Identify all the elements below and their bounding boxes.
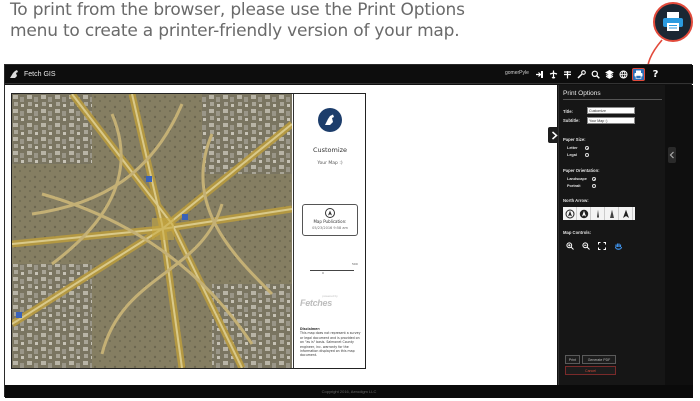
instruction-caption: To print from the browser, please use th… [10,0,570,42]
title-input[interactable] [587,107,635,114]
zoom-out-icon[interactable] [581,241,591,251]
layers-icon[interactable] [603,68,616,81]
app-name: Fetch GIS [24,71,56,78]
search-icon[interactable] [589,68,602,81]
map-controls-label: Map Controls: [563,230,592,235]
print-icon[interactable] [632,68,645,81]
disclaimer-text: This map does not represent a survey or … [300,331,361,358]
wrench-icon[interactable] [575,68,588,81]
dog-logo-icon [9,65,20,84]
help-icon[interactable]: ? [649,68,662,81]
panel-divider [563,99,662,100]
print-preview-sheet: Customize Your Map :) Map Publication: 0… [11,93,366,369]
publication-date: 05/23/2016 9:58 am [312,226,348,230]
north-arrow-spike-option[interactable] [605,207,619,220]
pan-hand-icon[interactable] [613,241,623,251]
print-subtitle: Your Map :) [317,161,343,166]
publication-box: Map Publication: 05/23/2016 9:58 am [302,204,358,236]
globe-icon[interactable] [617,68,630,81]
orientation-portrait-radio[interactable] [592,184,596,188]
right-sidebar-strip [665,85,693,385]
print-preview-area: Customize Your Map :) Map Publication: 0… [5,85,557,385]
cancel-button[interactable]: Cancel [565,366,616,375]
subtitle-label: Subtitle: [563,118,580,123]
print-callout-icon [653,2,693,42]
orientation-landscape-label: Landscape [567,177,587,181]
scale-max: 500 [352,262,358,266]
aerial-map-image[interactable] [12,94,292,368]
top-toolbar: Fetch GIS gomerPyle ? [5,65,693,84]
print-title: Customize [312,146,348,154]
airplane-icon[interactable] [547,68,560,81]
north-arrow-circle-option[interactable] [563,207,577,220]
north-arrow-options [563,207,635,220]
paper-size-letter-radio[interactable] [585,146,589,150]
publication-label: Map Publication: [313,219,347,224]
username[interactable]: gomerPyle [505,70,529,76]
panel-title: Print Options [563,90,601,97]
north-arrow-needle-option[interactable] [591,207,605,220]
chevron-right-icon [551,130,558,140]
paper-size-label: Paper Size: [563,137,586,142]
powered-by-logo: powered by Fetches [300,294,360,310]
subtitle-input[interactable] [587,117,635,124]
gis-app-window: Fetch GIS gomerPyle ? Customize Your Map… [4,64,693,398]
zoom-in-icon[interactable] [565,241,575,251]
app-brand[interactable]: Fetch GIS [9,68,56,81]
expand-sidebar-button[interactable] [668,147,676,163]
print-legend-panel: Customize Your Map :) Map Publication: 0… [293,94,365,368]
north-arrow-classic-option[interactable] [619,207,633,220]
caption-line-2: menu to create a printer-friendly versio… [10,21,460,41]
powered-by-brand: Fetches [300,298,332,308]
north-arrow-label: North Arrow: [563,198,589,203]
caption-line-1: To print from the browser, please use th… [10,0,465,20]
north-arrow-filled-option[interactable] [577,207,591,220]
app-footer: Copyright 2016, Aerodigm LLC [5,385,693,398]
chevron-left-icon [669,151,674,159]
print-button[interactable]: Print [565,355,580,364]
tower-icon[interactable] [561,68,574,81]
fullscreen-icon[interactable] [597,241,607,251]
sign-in-icon[interactable] [533,68,546,81]
title-label: Title: [563,109,573,114]
paper-size-legal-label: Legal [567,153,577,157]
print-options-panel: Print Options Title: Subtitle: Paper Siz… [558,85,665,385]
orientation-portrait-label: Portrait [567,184,581,188]
logo-icon [318,108,342,132]
generate-pdf-button[interactable]: Generate PDF [582,355,616,364]
disclaimer: Disclaimer: This map does not represent … [300,327,362,358]
paper-size-letter-label: Letter [567,146,578,150]
orientation-landscape-radio[interactable] [592,177,596,181]
scale-bar [310,266,354,271]
scale-zero: 0 [322,271,324,275]
north-arrow-icon [325,208,335,218]
paper-size-legal-radio[interactable] [585,153,589,157]
orientation-label: Paper Orientation: [563,168,600,173]
